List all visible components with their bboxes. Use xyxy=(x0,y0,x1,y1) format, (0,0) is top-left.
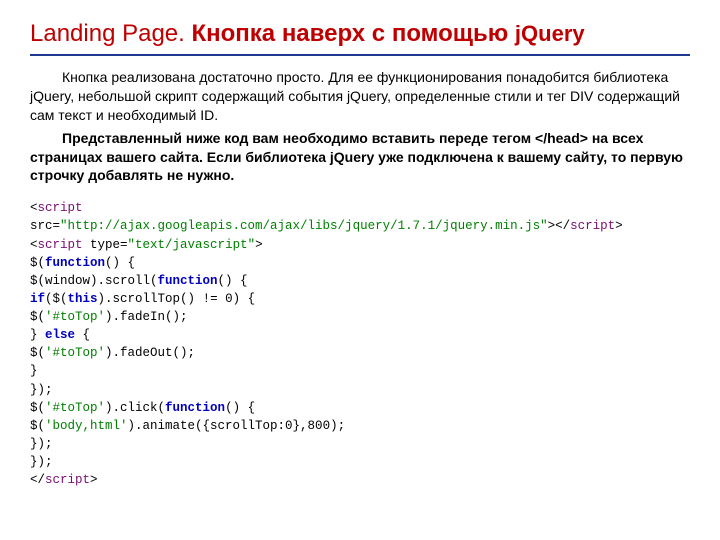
code-seg: $( xyxy=(30,310,45,324)
code-line-14: }); xyxy=(30,435,690,453)
code-seg: script xyxy=(570,219,615,233)
code-line-11: }); xyxy=(30,381,690,399)
code-seg: }); xyxy=(30,383,53,397)
code-seg: </ xyxy=(30,473,45,487)
code-seg: $( xyxy=(30,419,45,433)
code-seg: '#toTop' xyxy=(45,346,105,360)
code-seg: }); xyxy=(30,455,53,469)
title-part-1: Landing Page. xyxy=(30,20,191,47)
code-seg: function xyxy=(158,274,218,288)
code-line-4: $(function() { xyxy=(30,254,690,272)
code-line-10: } xyxy=(30,362,690,380)
code-seg: this xyxy=(68,292,98,306)
code-seg: ).fadeOut(); xyxy=(105,346,195,360)
code-seg: () { xyxy=(105,256,135,270)
title-part-3: jQuery xyxy=(515,21,585,46)
code-block: <script src="http://ajax.googleapis.com/… xyxy=(30,199,690,489)
code-seg: ).scrollTop() != 0) { xyxy=(98,292,256,306)
code-seg: ></ xyxy=(548,219,571,233)
code-seg: if xyxy=(30,292,45,306)
code-seg: script xyxy=(38,201,83,215)
code-line-16: </script> xyxy=(30,471,690,489)
code-seg: > xyxy=(90,473,98,487)
code-seg: }); xyxy=(30,437,53,451)
code-seg: function xyxy=(165,401,225,415)
code-seg: "text/javascript" xyxy=(128,238,256,252)
code-line-3: <script type="text/javascript"> xyxy=(30,236,690,254)
code-seg: > xyxy=(615,219,623,233)
code-seg: () { xyxy=(218,274,248,288)
code-line-5: $(window).scroll(function() { xyxy=(30,272,690,290)
code-seg: $( xyxy=(30,401,45,415)
code-seg: } xyxy=(30,364,38,378)
code-line-1: <script xyxy=(30,199,690,217)
code-seg: < xyxy=(30,238,38,252)
code-line-8: } else { xyxy=(30,326,690,344)
code-line-15: }); xyxy=(30,453,690,471)
code-seg: function xyxy=(45,256,105,270)
code-seg: ).click( xyxy=(105,401,165,415)
code-seg: '#toTop' xyxy=(45,401,105,415)
code-seg: "http://ajax.googleapis.com/ajax/libs/jq… xyxy=(60,219,548,233)
body-text: Кнопка реализована достаточно просто. Дл… xyxy=(30,68,690,185)
paragraph-2a: Представленный ниже код вам необходимо в… xyxy=(62,130,535,146)
paragraph-2-tag: </head> xyxy=(535,130,588,146)
page-title: Landing Page. Кнопка наверх с помощью jQ… xyxy=(30,20,690,48)
code-seg: ($( xyxy=(45,292,68,306)
code-seg: src= xyxy=(30,219,60,233)
code-seg: script xyxy=(38,238,91,252)
paragraph-2: Представленный ниже код вам необходимо в… xyxy=(30,129,690,186)
code-seg: $(window).scroll( xyxy=(30,274,158,288)
code-seg: ).fadeIn(); xyxy=(105,310,188,324)
paragraph-1: Кнопка реализована достаточно просто. Дл… xyxy=(30,68,690,125)
code-seg: else xyxy=(45,328,83,342)
title-part-2: Кнопка наверх с помощью xyxy=(191,20,514,47)
code-line-9: $('#toTop').fadeOut(); xyxy=(30,344,690,362)
code-seg: < xyxy=(30,201,38,215)
code-seg: () { xyxy=(225,401,255,415)
code-line-6: if($(this).scrollTop() != 0) { xyxy=(30,290,690,308)
code-seg: { xyxy=(83,328,91,342)
code-line-2: src="http://ajax.googleapis.com/ajax/lib… xyxy=(30,217,690,235)
code-seg: '#toTop' xyxy=(45,310,105,324)
code-seg: type= xyxy=(90,238,128,252)
code-line-13: $('body,html').animate({scrollTop:0},800… xyxy=(30,417,690,435)
code-line-12: $('#toTop').click(function() { xyxy=(30,399,690,417)
code-line-7: $('#toTop').fadeIn(); xyxy=(30,308,690,326)
code-seg: } xyxy=(30,328,45,342)
code-seg: $( xyxy=(30,256,45,270)
code-seg: script xyxy=(45,473,90,487)
code-seg: $( xyxy=(30,346,45,360)
title-divider xyxy=(30,54,690,56)
code-seg: ).animate({scrollTop:0},800); xyxy=(128,419,346,433)
code-seg: > xyxy=(255,238,263,252)
code-seg: 'body,html' xyxy=(45,419,128,433)
